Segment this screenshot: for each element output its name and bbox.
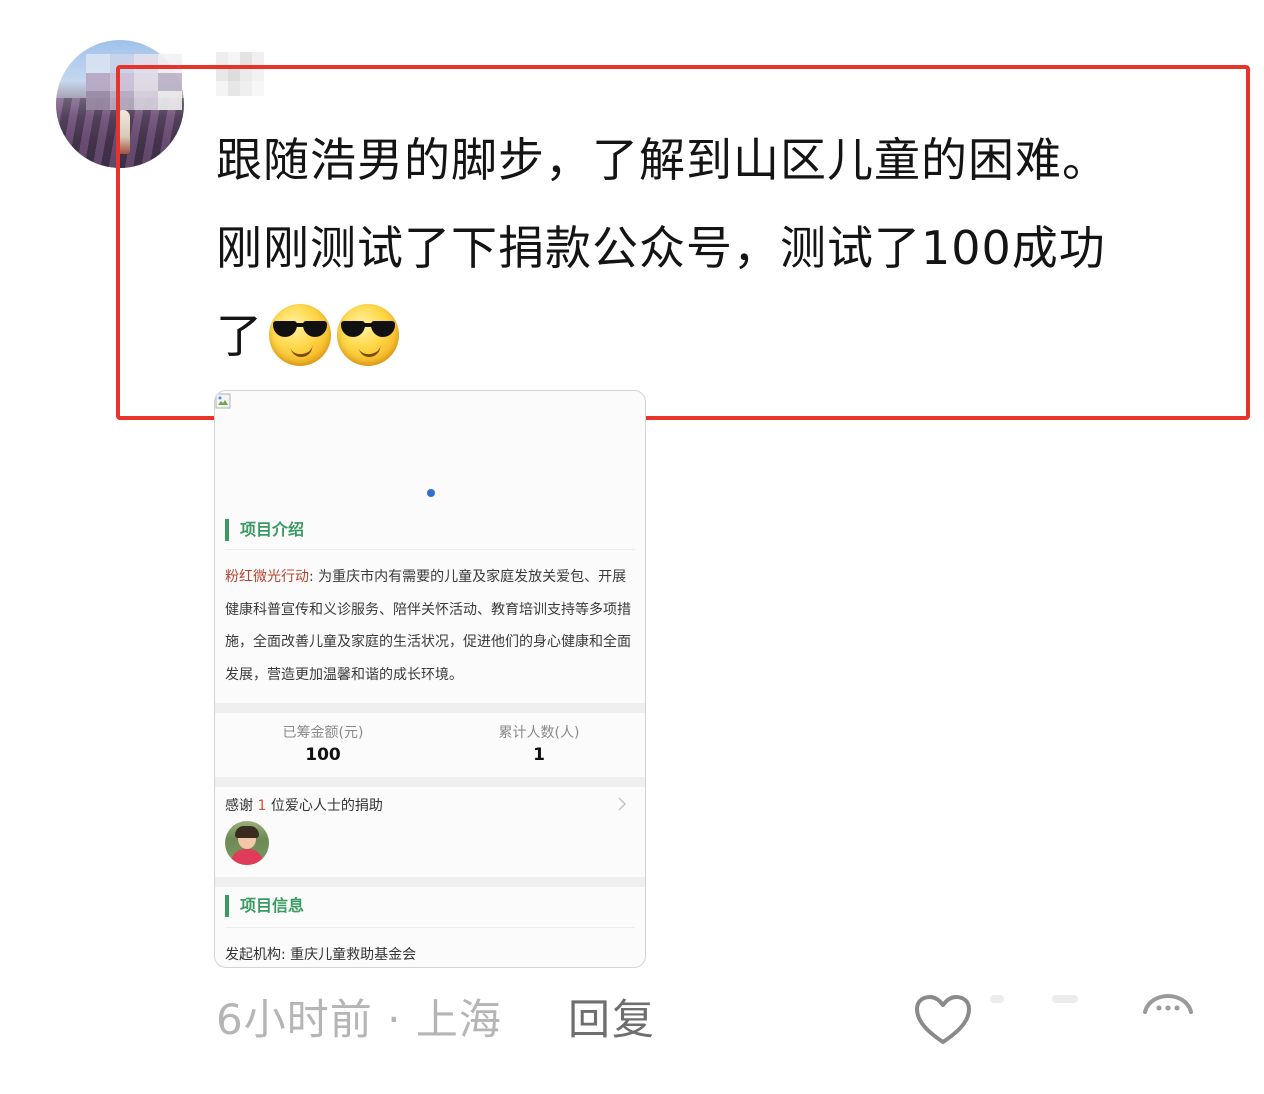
comment-time: 6小时前: [216, 995, 373, 1044]
broken-image-icon: [215, 393, 231, 409]
stat-raised-value: 100: [305, 745, 341, 765]
stat-donors-value: 1: [533, 745, 545, 765]
section-title-info: 项目信息: [225, 895, 304, 917]
project-name: 粉红微光行动: [225, 569, 309, 585]
highlight-frame: [116, 65, 1250, 420]
donor-count: 1: [257, 798, 267, 814]
project-description: : 为重庆市内有需要的儿童及家庭发放关爱包、开展健康科普宣传和义诊服务、陪伴关怀…: [225, 569, 631, 683]
divider: [225, 927, 635, 928]
reply-button[interactable]: 回复: [568, 992, 656, 1048]
like-count-faint: [990, 995, 1004, 1003]
organizer-line: 发起机构: 重庆儿童救助基金会: [225, 944, 416, 964]
comment-location: 上海: [415, 995, 502, 1044]
project-intro: 粉红微光行动: 为重庆市内有需要的儿童及家庭发放关爱包、开展健康科普宣传和义诊服…: [225, 561, 639, 691]
meta-separator: ·: [387, 995, 402, 1044]
chevron-right-icon[interactable]: [615, 797, 629, 811]
divider: [225, 549, 635, 550]
donor-thanks-suffix: 位爱心人士的捐助: [270, 798, 383, 814]
comment-meta: 6小时前 · 上海: [216, 992, 502, 1048]
faint-mark: [1052, 995, 1078, 1003]
carousel-dot[interactable]: [427, 489, 435, 497]
stat-raised-label: 已筹金额(元): [282, 725, 364, 741]
section-gap: [215, 777, 645, 787]
donor-thanks[interactable]: 感谢 1 位爱心人士的捐助: [225, 795, 383, 815]
stat-raised: 已筹金额(元) 100: [233, 722, 413, 766]
comment-bubble-icon[interactable]: [1142, 994, 1194, 1014]
stat-donors-label: 累计人数(人): [498, 725, 580, 741]
attached-image-card[interactable]: 项目介绍 粉红微光行动: 为重庆市内有需要的儿童及家庭发放关爱包、开展健康科普宣…: [214, 390, 646, 968]
organizer-label: 发起机构:: [225, 947, 286, 963]
like-heart-icon[interactable]: [914, 994, 972, 1046]
donor-avatar[interactable]: [225, 821, 269, 865]
section-gap: [215, 703, 645, 713]
section-gap: [215, 877, 645, 887]
stat-donors: 累计人数(人) 1: [449, 722, 629, 766]
donor-thanks-prefix: 感谢: [225, 798, 253, 814]
organizer-value: 重庆儿童救助基金会: [290, 947, 417, 963]
section-title-intro: 项目介绍: [225, 519, 304, 541]
